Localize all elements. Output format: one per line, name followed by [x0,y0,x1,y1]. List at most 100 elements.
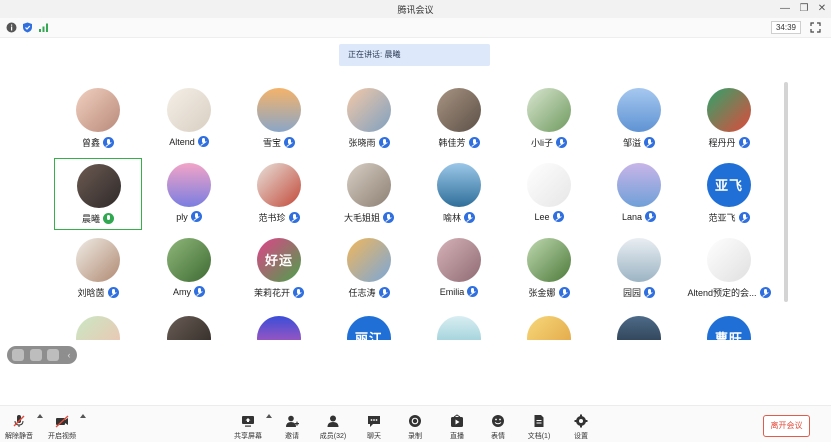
avatar [347,88,391,132]
participant-tile[interactable]: 雪宝 [235,83,323,155]
participant-tile[interactable]: Emilia [415,233,503,305]
participant-name: 范书珍 [258,213,286,223]
mic-muted-icon [197,136,209,147]
chat-icon [368,416,380,427]
participant-tile[interactable]: 张晓雨 [325,83,413,155]
video-options-caret-icon[interactable] [80,414,86,418]
participant-tile[interactable]: 小li子 [505,83,593,155]
grid-scrollbar[interactable] [784,82,788,302]
avatar [527,316,571,340]
participant-tile[interactable]: Altend [145,83,233,155]
participant-tile[interactable] [595,311,683,340]
participant-tile[interactable]: 亚飞 范亚飞 [685,158,773,230]
mic-muted-icon [738,137,750,148]
participant-name: 韩佳芳 [438,138,466,148]
minimize-icon[interactable]: — [778,2,792,16]
participant-tile[interactable]: 范书珍 [235,158,323,230]
participant-tile[interactable]: 程丹丹 [685,83,773,155]
avatar [167,88,211,132]
avatar [257,88,301,132]
screen-share-icon [242,416,254,427]
participant-grid: 曾鑫 Altend 雪宝 张晓雨 韩佳芳 小li子 邹溢 程丹丹晨曦 ply 范书珍 大毛姐姐 喻林 L… [0,80,790,340]
participant-tile[interactable] [145,311,233,340]
participant-tile[interactable]: 韩佳芳 [415,83,503,155]
close-icon[interactable]: ✕ [815,2,829,16]
participant-tile[interactable]: 曾鑫 [54,83,142,155]
fullscreen-icon[interactable] [810,22,821,33]
participant-name-row: Altend [145,136,233,147]
participant-name: 张金娜 [528,288,556,298]
speaker-view-icon[interactable] [30,349,42,361]
avatar [347,163,391,207]
avatar [77,164,121,208]
mic-off-icon [13,415,25,427]
avatar [76,88,120,132]
avatar [707,88,751,132]
avatar [527,238,571,282]
participant-tile[interactable]: 张金娜 [505,233,593,305]
participant-name-row: 刘晗茵 [54,286,142,299]
info-icon[interactable] [6,22,17,33]
participant-tile[interactable] [54,311,142,340]
participant-name: 张晓雨 [348,138,376,148]
participant-tile[interactable]: 园园 [595,233,683,305]
participant-tile[interactable] [415,311,503,340]
participant-name-row: 张晓雨 [325,136,413,149]
participant-tile[interactable]: 好运 茉莉花开 [235,233,323,305]
avatar [167,163,211,207]
participant-tile[interactable]: ply [145,158,233,230]
participant-name-row: 邹溢 [595,136,683,149]
participant-tile[interactable]: 丽江 [325,311,413,340]
participant-name: Lee [534,211,550,222]
participant-name: 茉莉花开 [253,288,290,298]
restore-icon[interactable]: ❐ [797,2,811,16]
participant-name-row: 大毛姐姐 [325,211,413,224]
participant-tile[interactable]: 晨曦 [54,158,142,230]
mic-muted-icon [107,287,119,298]
participant-tile[interactable]: Altend预定的会... [685,233,773,305]
mic-muted-icon [759,287,771,298]
participant-name: 曾鑫 [81,138,100,148]
participant-name: 刘晗茵 [77,288,105,298]
avatar [437,88,481,132]
signal-icon[interactable] [38,22,49,33]
mic-muted-icon [644,287,655,298]
record-icon [409,415,421,427]
leave-meeting-button[interactable]: 离开会议 [763,415,810,437]
avatar [617,163,661,207]
participant-tile[interactable]: Lana [595,158,683,230]
shield-icon[interactable] [22,22,33,33]
collapse-chevron-icon[interactable]: ‹ [63,349,75,361]
participant-tile[interactable]: 任志涛 [325,233,413,305]
live-icon [451,414,463,427]
participant-tile[interactable]: 刘晗茵 [54,233,142,305]
mic-muted-icon [738,212,750,223]
participant-name-row: 范书珍 [235,211,323,224]
participant-tile[interactable]: 大毛姐姐 [325,158,413,230]
participant-tile[interactable]: 曹旺 [685,311,773,340]
participant-tile[interactable] [505,311,593,340]
participant-name-row: 茉莉花开 [235,286,323,299]
gallery-view-icon[interactable] [47,349,59,361]
mic-speaking-icon [103,213,114,224]
participant-name: Altend [169,136,195,147]
meeting-timer: 34:39 [771,21,801,34]
participant-name-row: ply [145,211,233,222]
avatar [617,238,661,282]
participant-tile[interactable]: 喻林 [415,158,503,230]
avatar: 曹旺 [707,316,751,340]
participant-tile[interactable]: Lee [505,158,593,230]
avatar [347,238,391,282]
participant-tile[interactable] [235,311,323,340]
start-video-button[interactable]: 开启视频 [40,412,84,442]
grid-view-icon[interactable] [12,349,24,361]
mic-muted-icon [378,137,390,148]
settings-button[interactable]: 设置 [559,412,603,442]
participant-tile[interactable]: 邹溢 [595,83,683,155]
participant-name-row: 雪宝 [235,136,323,149]
participant-name: ply [176,211,188,222]
participant-name-row: 任志涛 [325,286,413,299]
participant-tile[interactable]: Amy [145,233,233,305]
members-icon [327,415,339,427]
participant-name-row: Emilia [415,286,503,297]
